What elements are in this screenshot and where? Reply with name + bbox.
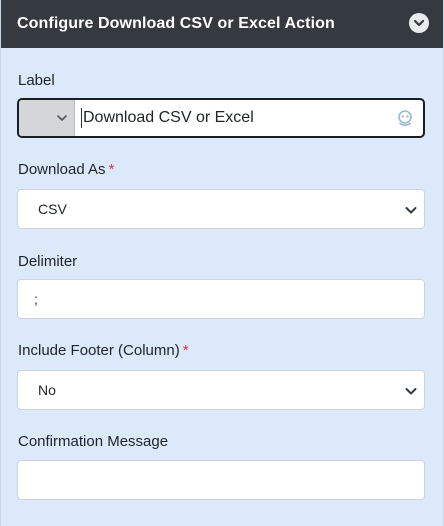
- required-marker: *: [108, 161, 115, 178]
- collapse-button[interactable]: [409, 13, 429, 33]
- include-footer-value: No: [38, 382, 56, 398]
- label-field-label: Label: [18, 72, 55, 89]
- configure-action-panel: Configure Download CSV or Excel Action L…: [0, 0, 444, 526]
- include-footer-label: Include Footer (Column) *: [18, 342, 189, 359]
- download-as-label-text: Download As: [18, 161, 106, 178]
- label-input[interactable]: Download CSV or Excel: [75, 100, 423, 136]
- download-as-label: Download As *: [18, 161, 114, 178]
- chevron-down-circle-icon: [413, 19, 425, 27]
- confirmation-message-input[interactable]: [17, 460, 425, 500]
- include-footer-select[interactable]: No: [17, 370, 425, 410]
- include-footer-label-text: Include Footer (Column): [18, 342, 180, 359]
- delimiter-value: ;: [34, 291, 38, 307]
- delimiter-input[interactable]: ;: [17, 279, 425, 319]
- label-input-value: Download CSV or Excel: [83, 109, 254, 126]
- panel-title: Configure Download CSV or Excel Action: [17, 15, 335, 32]
- text-caret: [81, 108, 82, 128]
- download-as-value: CSV: [38, 201, 67, 217]
- confirmation-message-label: Confirmation Message: [18, 433, 169, 450]
- chevron-down-icon: [405, 388, 417, 395]
- required-marker: *: [182, 342, 189, 359]
- label-prefix-select[interactable]: [19, 100, 75, 136]
- ai-assist-icon[interactable]: [395, 108, 415, 128]
- label-input-group: Download CSV or Excel: [17, 98, 425, 138]
- download-as-select[interactable]: CSV: [17, 189, 425, 229]
- chevron-down-icon: [57, 115, 67, 121]
- delimiter-label: Delimiter: [18, 253, 78, 270]
- chevron-down-icon: [405, 207, 417, 214]
- panel-header: Configure Download CSV or Excel Action: [1, 0, 443, 48]
